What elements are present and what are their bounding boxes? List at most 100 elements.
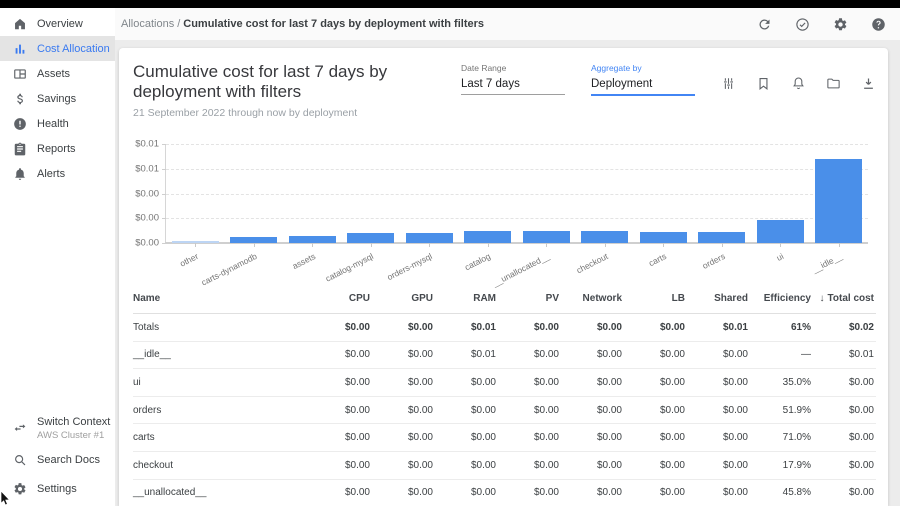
row-name: carts [133, 432, 309, 443]
header-icon-group [757, 17, 886, 32]
bell-icon[interactable] [791, 76, 806, 91]
table-row-carts[interactable]: carts$0.00$0.00$0.00$0.00$0.00$0.00$0.00… [133, 423, 876, 451]
cell-cpu: $0.00 [309, 377, 372, 388]
sidebar-item-assets[interactable]: Assets [0, 61, 115, 86]
y-axis-tick-label: $0.00 [135, 188, 159, 199]
bar-carts[interactable] [640, 232, 687, 243]
breadcrumb-parent[interactable]: Allocations [121, 18, 174, 30]
x-axis-label-catalog: catalog [463, 251, 492, 272]
sidebar-item-cost-allocation[interactable]: Cost Allocation [0, 36, 115, 61]
top-black-bar [0, 0, 900, 8]
sidebar-bottom-nav: Switch ContextAWS Cluster #1 Search Docs… [0, 414, 115, 501]
bar-idle[interactable] [815, 159, 862, 243]
cell-total-cost: $0.00 [813, 377, 876, 388]
cell-gpu: $0.00 [372, 349, 435, 360]
mouse-cursor [0, 491, 12, 506]
report-subtitle: 21 September 2022 through now by deploym… [133, 107, 461, 119]
x-axis-label-other: other [178, 251, 200, 269]
column-header-network[interactable]: Network [561, 293, 624, 304]
table-row-totals[interactable]: Totals$0.00$0.00$0.01$0.00$0.00$0.00$0.0… [133, 313, 876, 341]
refresh-icon[interactable] [757, 17, 772, 32]
cell-pv: $0.00 [498, 322, 561, 333]
x-axis-tick [254, 243, 255, 247]
y-axis-tick-label: $0.00 [135, 213, 159, 224]
switch-context-icon [13, 422, 27, 436]
cell-total-cost: $0.01 [813, 349, 876, 360]
bar-unallocated[interactable] [523, 231, 570, 243]
bar-catalog-mysql[interactable] [347, 233, 394, 243]
cell-gpu: $0.00 [372, 432, 435, 443]
sidebar-item-savings[interactable]: Savings [0, 86, 115, 111]
chart-gridline [166, 169, 868, 170]
bar-orders-mysql[interactable] [406, 233, 453, 243]
column-header-pv[interactable]: PV [498, 293, 561, 304]
sidebar-item-label: Overview [37, 18, 83, 30]
column-header-name[interactable]: Name [133, 293, 309, 304]
chart-gridline [166, 194, 868, 195]
bar-catalog[interactable] [464, 231, 511, 243]
x-axis-label-catalog-mysql: catalog-mysql [324, 251, 375, 284]
gear-icon[interactable] [833, 17, 848, 32]
row-name: checkout [133, 460, 309, 471]
bookmark-icon[interactable] [756, 76, 771, 91]
aggregate-by-select[interactable]: Aggregate by Deployment [591, 63, 695, 96]
x-axis-tick [605, 243, 606, 247]
bar-ui[interactable] [757, 220, 804, 243]
cell-lb: $0.00 [624, 349, 687, 360]
download-icon[interactable] [861, 76, 876, 91]
column-header-cpu[interactable]: CPU [309, 293, 372, 304]
bar-checkout[interactable] [581, 231, 628, 243]
column-header-efficiency[interactable]: Efficiency [750, 293, 813, 304]
x-axis-label-carts: carts [647, 251, 668, 268]
x-axis-tick [663, 243, 664, 247]
arrow-down-icon: ↓ [820, 293, 825, 304]
breadcrumb-current: Cumulative cost for last 7 days by deplo… [183, 18, 484, 30]
table-row-orders[interactable]: orders$0.00$0.00$0.00$0.00$0.00$0.00$0.0… [133, 396, 876, 424]
breadcrumb: Allocations/Cumulative cost for last 7 d… [121, 18, 484, 30]
cell-total-cost: $0.00 [813, 405, 876, 416]
row-name: __unallocated__ [133, 487, 309, 498]
cell-lb: $0.00 [624, 405, 687, 416]
cell-pv: $0.00 [498, 432, 561, 443]
table-row-checkout[interactable]: checkout$0.00$0.00$0.00$0.00$0.00$0.00$0… [133, 451, 876, 479]
sidebar-item-overview[interactable]: Overview [0, 11, 115, 36]
date-range-select[interactable]: Date Range Last 7 days [461, 63, 565, 95]
column-header-ram[interactable]: RAM [435, 293, 498, 304]
sidebar-item-settings[interactable]: Settings [0, 476, 115, 501]
check-circle-icon[interactable] [795, 17, 810, 32]
aggregate-by-value[interactable]: Deployment [591, 78, 695, 96]
column-header-lb[interactable]: LB [624, 293, 687, 304]
table-row-unallocated[interactable]: __unallocated__$0.00$0.00$0.00$0.00$0.00… [133, 479, 876, 506]
cell-shared: $0.00 [687, 377, 750, 388]
sidebar-item-label: Cost Allocation [37, 43, 110, 55]
table-row-ui[interactable]: ui$0.00$0.00$0.00$0.00$0.00$0.00$0.0035.… [133, 368, 876, 396]
cell-efficiency: 35.0% [750, 377, 813, 388]
table-header-row: NameCPUGPURAMPVNetworkLBSharedEfficiency… [133, 283, 876, 313]
sidebar-item-alerts[interactable]: Alerts [0, 161, 115, 186]
date-range-value[interactable]: Last 7 days [461, 78, 565, 95]
table-row-idle[interactable]: __idle__$0.00$0.00$0.01$0.00$0.00$0.00$0… [133, 341, 876, 369]
help-icon[interactable] [871, 17, 886, 32]
folder-icon[interactable] [826, 76, 841, 91]
bar-assets[interactable] [289, 236, 336, 243]
tune-sliders-icon[interactable] [721, 76, 736, 91]
cell-shared: $0.00 [687, 405, 750, 416]
chart-plot-area: $0.01$0.01$0.00$0.00$0.00othercarts-dyna… [165, 144, 868, 243]
cell-cpu: $0.00 [309, 460, 372, 471]
sidebar-item-search-docs[interactable]: Search Docs [0, 447, 115, 472]
cell-efficiency: 17.9% [750, 460, 813, 471]
sidebar-item-health[interactable]: Health [0, 111, 115, 136]
sidebar-item-reports[interactable]: Reports [0, 136, 115, 161]
bar-orders[interactable] [698, 232, 745, 243]
cell-ram: $0.00 [435, 487, 498, 498]
report-toolbar [721, 76, 876, 91]
x-axis-label-assets: assets [290, 251, 316, 271]
cell-ram: $0.00 [435, 377, 498, 388]
column-header-shared[interactable]: Shared [687, 293, 750, 304]
home-icon [13, 17, 27, 31]
column-header-total-cost[interactable]: ↓Total cost [813, 293, 876, 304]
column-header-gpu[interactable]: GPU [372, 293, 435, 304]
sidebar-item-switch-context[interactable]: Switch ContextAWS Cluster #1 [0, 414, 115, 443]
cell-cpu: $0.00 [309, 487, 372, 498]
cell-shared: $0.00 [687, 460, 750, 471]
